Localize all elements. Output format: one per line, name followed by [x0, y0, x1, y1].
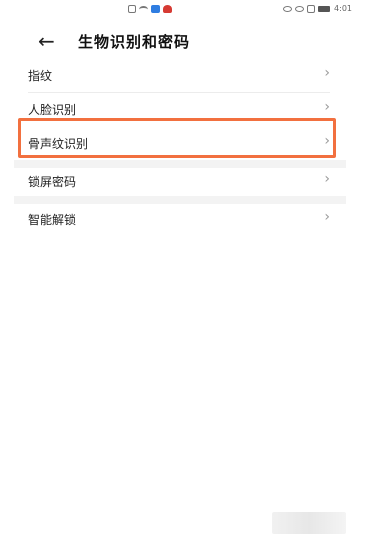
list-item-label: 锁屏密码: [28, 175, 77, 189]
list-item-label: 人脸识别: [28, 103, 77, 117]
nfc-icon: [295, 6, 304, 12]
huawei-icon: [163, 5, 172, 13]
chevron-right-icon: ›: [324, 99, 330, 115]
eye-icon: [283, 6, 292, 12]
wifi-icon: [139, 5, 148, 13]
signal-icon: [307, 5, 315, 13]
chevron-right-icon: ›: [324, 209, 330, 225]
list-item-smart-unlock[interactable]: 智能解锁 ›: [28, 202, 330, 236]
status-bar: 4:01: [0, 0, 366, 20]
list-item-lock-screen-password[interactable]: 锁屏密码 ›: [28, 164, 330, 198]
battery-icon: [318, 6, 330, 12]
status-right-icons: [283, 5, 330, 13]
message-icon: [151, 5, 160, 13]
chevron-right-icon: ›: [324, 65, 330, 81]
list-item-label: 智能解锁: [28, 213, 77, 227]
status-center-icons: [128, 5, 172, 13]
list-item-fingerprint[interactable]: 指纹 ›: [28, 58, 330, 92]
list-item-label: 指纹: [28, 69, 53, 83]
page-header: ← 生物识别和密码: [0, 28, 366, 54]
blurred-watermark: [272, 512, 346, 534]
chevron-right-icon: ›: [324, 171, 330, 187]
sim-icon: [128, 5, 136, 13]
status-time: 4:01: [334, 4, 352, 13]
highlight-box: [18, 118, 336, 158]
back-arrow-icon[interactable]: ←: [38, 30, 62, 52]
page-title: 生物识别和密码: [78, 33, 191, 51]
